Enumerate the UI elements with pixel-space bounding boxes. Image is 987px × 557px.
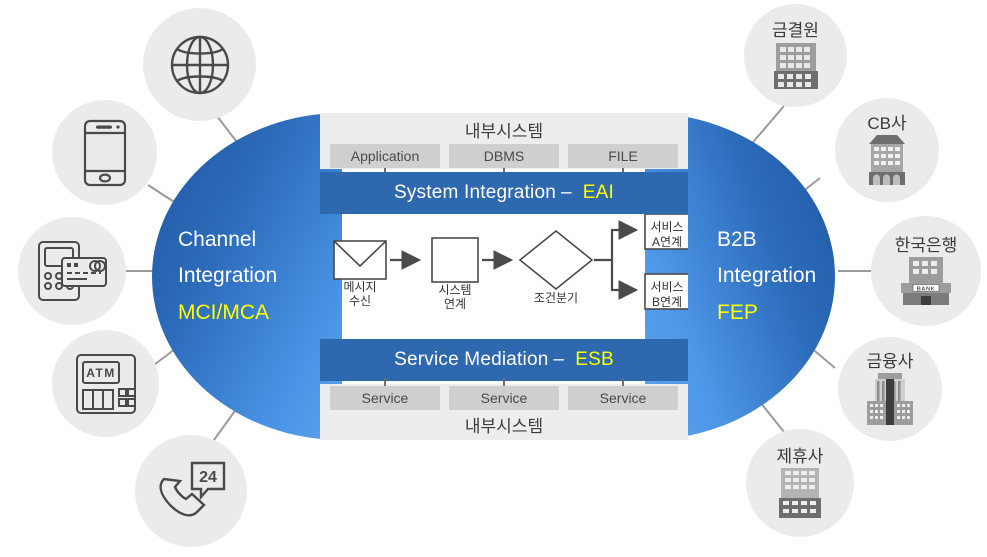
channel-bubble-mobile[interactable] [52,100,157,205]
partner-bubble-affiliate[interactable]: 제휴사 [746,429,854,537]
channel-accent: MCI/MCA [178,300,269,324]
chip-service-3[interactable]: Service [568,386,678,410]
tick-service-3 [568,378,678,386]
flow-label-condition-branch-l1: 조건분기 [533,291,579,305]
partner-bubble-bok[interactable]: 한국은행 BANK [871,216,981,326]
channel-integration-capsule: Channel Integration MCI/MCA [152,113,342,440]
partner-label-financial: 금융사 [866,351,914,371]
esb-accent: ESB [575,349,614,370]
esb-dash: – [553,349,565,370]
building-grid-icon [773,42,818,89]
diamond-icon [518,229,594,291]
chip-service-2[interactable]: Service [449,386,559,410]
channel-bubble-call-center[interactable]: 24 [135,435,247,547]
partner-label-cb: CB사 [867,113,907,133]
bank-icon: BANK [901,257,951,306]
partner-label-bok: 한국은행 [894,235,958,255]
rectangle-icon [431,237,479,283]
system-integration-eai-bar[interactable]: System Integration – EAI [320,172,688,214]
channel-bubble-web[interactable] [143,8,256,121]
internal-system-caption-top: 내부시스템 [464,122,544,141]
esb-label: Service Mediation [394,349,549,370]
svg-text:24: 24 [199,469,217,486]
partner-bubble-financial[interactable]: 금융사 [838,337,942,441]
envelope-icon [333,240,387,280]
message-flow-diagram: 메시지 수신 시스템 연계 조건분기 서비스 A연계 서비스 B연계 [320,213,690,339]
eai-dash: – [561,182,572,203]
b2b-line1: B2B [717,227,757,251]
chip-application[interactable]: Application [330,144,440,168]
service-mediation-esb-bar[interactable]: Service Mediation – ESB [320,339,688,381]
tick-service-1 [330,378,440,386]
building-grid-icon [779,468,821,519]
b2b-capsule-text: B2B Integration FEP [717,221,816,331]
internal-system-chips-top: Application DBMS FILE [330,144,678,168]
internal-system-caption-bottom: 내부시스템 [464,417,544,436]
office-tower-icon [869,135,905,186]
eai-label: System Integration [393,182,556,203]
chip-file[interactable]: FILE [568,144,678,168]
channel-bubble-atm[interactable]: ATM [52,330,159,437]
flow-label-message-receive: 메시지 수신 [328,280,392,309]
flow-label-system-link-l1: 시스템 [438,283,472,297]
diagram-canvas: Channel Integration MCI/MCA B2B Integrat… [0,0,987,557]
b2b-line2: Integration [717,264,817,288]
flow-label-service-a-l1: 서비스 [650,220,684,234]
internal-system-chips-bottom: Service Service Service [330,386,678,410]
skyscraper-icon [867,373,913,426]
partner-bubble-geumgyeolwon[interactable]: 금결원 [744,4,847,107]
split-up [610,228,622,260]
globe-icon [170,35,229,94]
eai-accent: EAI [582,182,615,203]
tick-service-2 [449,378,559,386]
partner-bubble-cb[interactable]: CB사 [835,98,939,202]
split-down [610,260,622,292]
flow-label-condition-branch: 조건분기 [522,291,590,306]
channel-line1: Channel [178,227,257,251]
flow-label-service-a-l2: A연계 [651,235,683,249]
svg-text:ATM: ATM [86,366,116,380]
flow-label-system-link-l2: 연계 [443,296,467,311]
flow-label-service-a: 서비스 A연계 [645,220,689,250]
flow-label-service-b-l2: B연계 [651,295,683,309]
flow-label-service-b: 서비스 B연계 [645,280,689,310]
partner-label-affiliate: 제휴사 [776,446,824,466]
tick-connectors-bottom [330,378,678,386]
bank-sign-text: BANK [917,287,936,293]
flow-label-message-receive-l1: 메시지 [343,280,377,294]
channel-capsule-text: Channel Integration MCI/MCA [178,221,277,331]
card-terminal-icon [38,241,107,301]
flow-label-message-receive-l2: 수신 [348,293,372,308]
flow-label-service-b-l1: 서비스 [650,280,684,294]
integration-core: 내부시스템 Application DBMS FILE System Integ… [320,113,690,440]
chip-service-1[interactable]: Service [330,386,440,410]
chip-dbms[interactable]: DBMS [449,144,559,168]
partner-label-geumgyeolwon: 금결원 [772,21,819,41]
channel-bubble-card-terminal[interactable] [18,217,126,325]
call-center-24-icon: 24 [159,461,226,517]
atm-icon: ATM [75,353,136,414]
flow-label-system-link: 시스템 연계 [423,283,487,312]
smartphone-icon [83,119,126,186]
b2b-accent: FEP [717,300,758,324]
channel-line2: Integration [178,264,278,288]
